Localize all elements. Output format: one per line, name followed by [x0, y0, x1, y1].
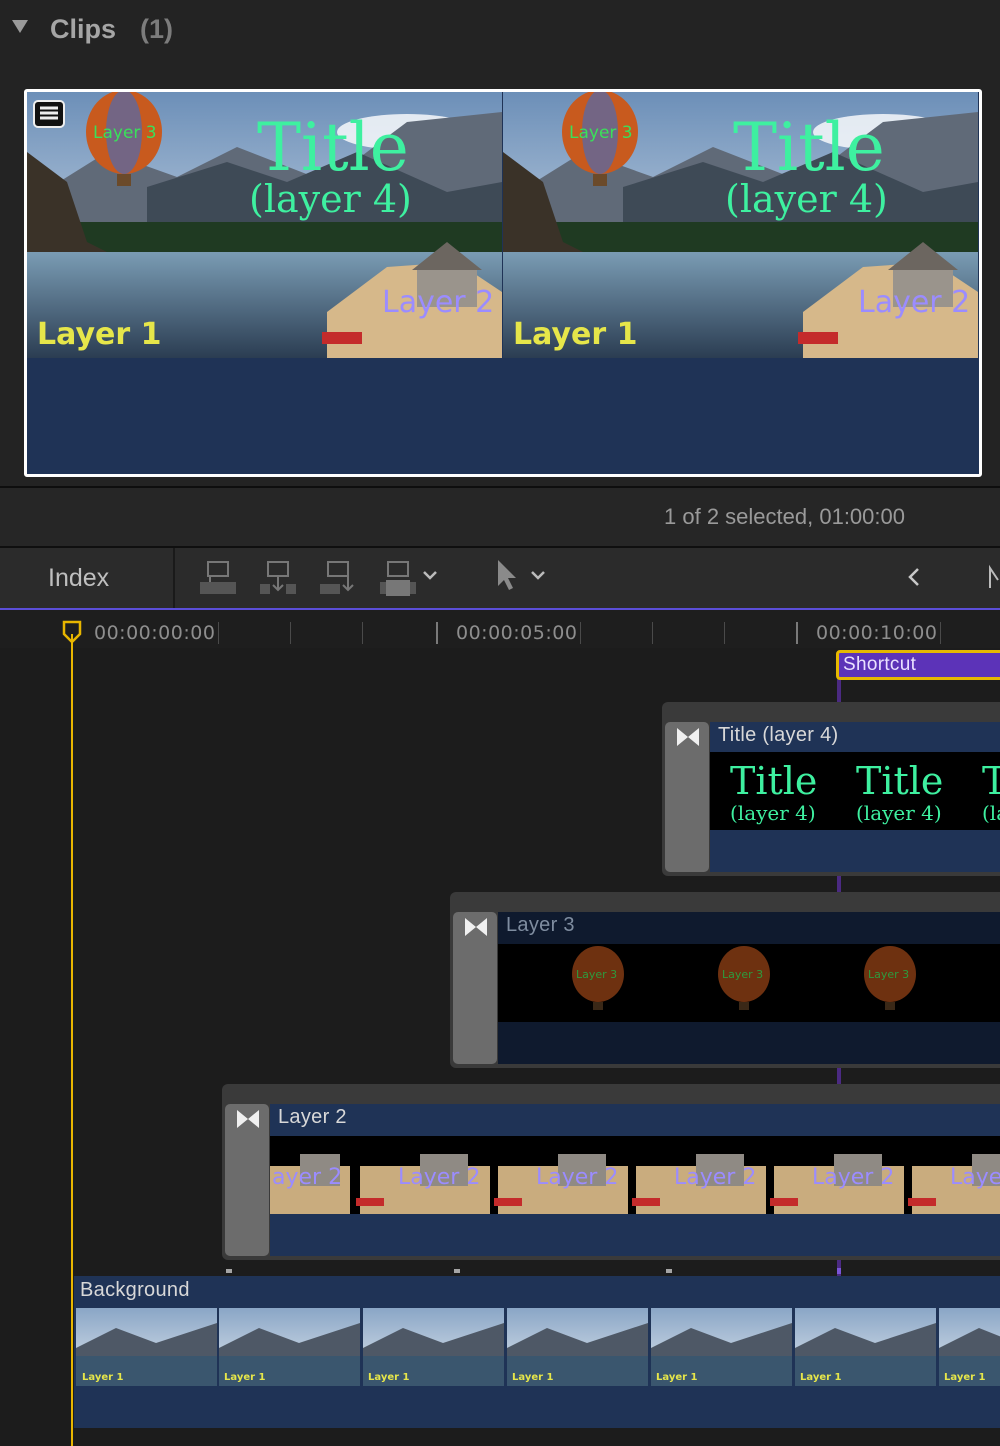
layer3-clip[interactable]: Layer 3 Layer 3 Layer 3 Layer 3: [450, 892, 1000, 1068]
marker-range-end: [837, 1268, 841, 1274]
append-clip-icon[interactable]: [318, 560, 358, 601]
transition-bowtie-icon: [677, 728, 699, 746]
frame-title: Title: [856, 759, 943, 803]
clips-section-count: (1): [140, 14, 173, 44]
clip-name: Layer 3: [506, 914, 575, 936]
thumb-subtitle: (layer 4): [725, 177, 888, 221]
frame-label: Layer 3: [722, 968, 763, 981]
connection-point: [226, 1269, 232, 1273]
marker-label: Shortcut: [843, 654, 917, 675]
transition-bowtie-icon: [465, 918, 487, 936]
frame-label: Layer 2: [536, 1165, 618, 1190]
browser-panel: Clips (1) Layer 3 Title (layer 4) Layer …: [0, 0, 1000, 488]
frame-title: Title: [730, 759, 817, 803]
frame-subtitle: (layer 4): [856, 801, 942, 825]
frame-label: Layer 1: [224, 1372, 266, 1383]
ruler-tick: [796, 622, 798, 644]
playhead-icon[interactable]: [62, 620, 82, 644]
frame-label: Layer 2: [674, 1165, 756, 1190]
clip-body[interactable]: Layer 3 Layer 3 Layer 3 Layer 3: [498, 912, 1000, 1064]
ruler-tick: [436, 622, 438, 644]
disclosure-triangle-icon[interactable]: [12, 20, 28, 33]
frame-label: ayer 2: [272, 1165, 342, 1190]
thumb-title: Title: [257, 109, 409, 186]
selection-status: 1 of 2 selected, 01:00:00: [664, 504, 905, 529]
timeline-toolbar: Index: [0, 548, 1000, 608]
frame-label: Layer 3: [576, 968, 617, 981]
clip-handle[interactable]: [665, 722, 709, 872]
clips-section-title: Clips: [50, 14, 117, 44]
select-tool-icon[interactable]: [494, 558, 520, 597]
clip-filmstrip: Layer 3 Layer 3 Layer 3: [498, 944, 1000, 1022]
browser-status-bar: 1 of 2 selected, 01:00:00: [0, 488, 1000, 546]
frame-title: Title: [982, 759, 1000, 803]
clip-body[interactable]: Layer 2 ayer 2 Layer 2 Layer 2 Layer 2 L…: [270, 1104, 1000, 1256]
connect-clip-icon[interactable]: [198, 560, 238, 601]
frame-label: Layer 1: [368, 1372, 410, 1383]
compound-clip-card[interactable]: Layer 3 Title (layer 4) Layer 2 Layer 1: [24, 89, 982, 477]
frame-label: Layer 1: [656, 1372, 698, 1383]
ruler-tick: [940, 622, 941, 644]
frame-label: Laye: [950, 1165, 1000, 1190]
thumb-title: Title: [733, 109, 885, 186]
chevron-down-icon[interactable]: [422, 568, 438, 586]
insert-clip-icon[interactable]: [258, 560, 298, 601]
ruler-tick: [218, 622, 219, 644]
frame-label: Layer 1: [82, 1372, 124, 1383]
ruler-tick: [580, 622, 581, 644]
frame-subtitle: (layer 4): [982, 801, 1000, 825]
frame-label: Layer 1: [512, 1372, 554, 1383]
connection-point: [454, 1269, 460, 1273]
timecode-label: 00:00:05:00: [456, 622, 578, 644]
layer3-label: Layer 3: [569, 123, 633, 143]
timeline[interactable]: 00:00:00:00 00:00:05:00 00:00:10:00 Shor…: [0, 610, 1000, 1446]
compound-clip-icon: [33, 100, 65, 128]
index-button[interactable]: Index: [0, 548, 175, 608]
chevron-left-icon[interactable]: [906, 566, 922, 593]
frame-label: Layer 1: [944, 1372, 986, 1383]
clips-section-header[interactable]: Clips (1): [0, 0, 1000, 62]
timecode-label: 00:00:10:00: [816, 622, 938, 644]
clip-name: Background: [80, 1279, 190, 1301]
frame-subtitle: (layer 4): [730, 801, 816, 825]
clip-filmstrip: ayer 2 Layer 2 Layer 2 Layer 2 Layer 2 L…: [270, 1136, 1000, 1214]
overwrite-clip-icon[interactable]: [378, 560, 418, 601]
index-label: Index: [48, 564, 110, 592]
background-clip[interactable]: Background Layer 1 Layer 1 Layer 1 Layer…: [74, 1276, 1000, 1428]
frame-label: Layer 3: [868, 968, 909, 981]
time-ruler[interactable]: 00:00:00:00 00:00:05:00 00:00:10:00: [0, 610, 1000, 648]
ruler-tick: [724, 622, 725, 644]
ruler-tick: [290, 622, 291, 644]
clip-thumbnail: Layer 3 Title (layer 4) Layer 2 Layer 1: [27, 92, 502, 358]
layer1-label: Layer 1: [513, 317, 637, 352]
clip-name: Title (layer 4): [718, 724, 839, 746]
clip-thumbnail: Layer 3 Title (layer 4) Layer 2 Layer 1: [503, 92, 978, 358]
thumb-subtitle: (layer 4): [249, 177, 412, 221]
layer2-label: Layer 2: [382, 285, 494, 320]
playhead-line[interactable]: [71, 634, 73, 1446]
clip-filmstrip: Title (layer 4) Title (layer 4) Title (l…: [710, 752, 1000, 830]
chevron-down-icon[interactable]: [530, 568, 546, 586]
layer3-label: Layer 3: [93, 123, 157, 143]
clip-handle[interactable]: [225, 1104, 269, 1256]
layer1-label: Layer 1: [37, 317, 161, 352]
layer2-clip[interactable]: Layer 2 ayer 2 Layer 2 Layer 2 Layer 2 L…: [222, 1084, 1000, 1260]
clip-body[interactable]: Title (layer 4) Title (layer 4) Title (l…: [710, 722, 1000, 872]
clip-name: Layer 2: [278, 1106, 347, 1128]
clip-handle[interactable]: [453, 912, 497, 1064]
title-clip[interactable]: Title (layer 4) Title (layer 4) Title (l…: [662, 702, 1000, 876]
connection-point: [666, 1269, 672, 1273]
frame-label: Layer 2: [398, 1165, 480, 1190]
ruler-tick: [362, 622, 363, 644]
timecode-label: 00:00:00:00: [94, 622, 216, 644]
layer2-label: Layer 2: [858, 285, 970, 320]
clip-filmstrip: Layer 1 Layer 1 Layer 1 Layer 1 Layer 1 …: [76, 1308, 1000, 1386]
shortcut-marker[interactable]: Shortcut: [836, 650, 1000, 680]
ruler-tick: [652, 622, 653, 644]
frame-label: Layer 1: [800, 1372, 842, 1383]
frame-label: Layer 2: [812, 1165, 894, 1190]
toolbar-cut-off-control[interactable]: [988, 564, 1000, 595]
transition-bowtie-icon: [237, 1110, 259, 1128]
